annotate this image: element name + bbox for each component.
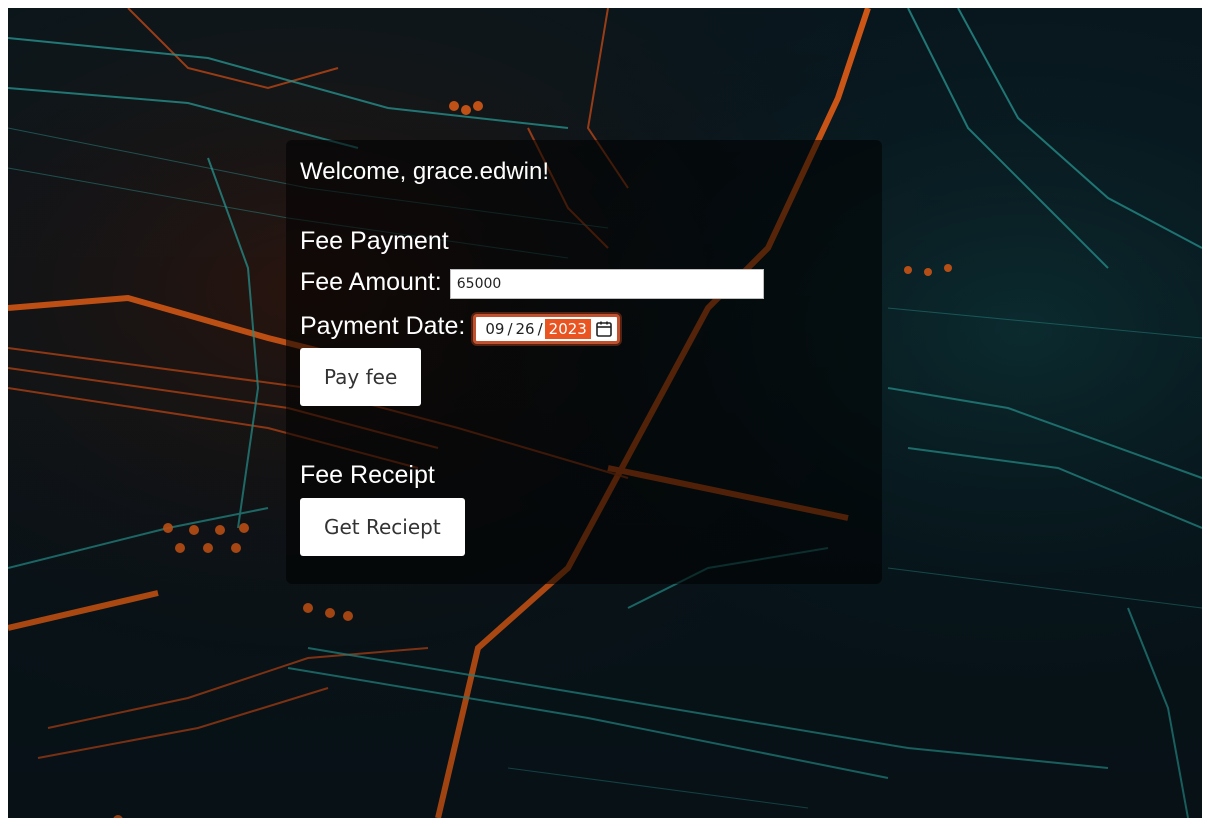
dashboard-panel: Welcome, grace.edwin! Fee Payment Fee Am… [286, 140, 882, 584]
date-separator: / [507, 320, 513, 338]
calendar-icon[interactable] [595, 320, 613, 338]
fee-amount-row: Fee Amount: [300, 264, 868, 300]
fee-receipt-heading: Fee Receipt [300, 461, 435, 489]
get-receipt-button[interactable]: Get Reciept [300, 498, 465, 556]
pay-fee-button[interactable]: Pay fee [300, 348, 422, 406]
welcome-message: Welcome, grace.edwin! [300, 158, 549, 185]
payment-date-label: Payment Date: [300, 311, 466, 340]
payment-date-row: Payment Date: 09 / 26 / 2023 [300, 308, 868, 344]
date-day-segment[interactable]: 26 [515, 320, 536, 338]
date-year-segment[interactable]: 2023 [544, 319, 591, 339]
fee-amount-label: Fee Amount: [300, 267, 442, 296]
date-month-segment[interactable]: 09 [484, 320, 505, 338]
payment-date-input[interactable]: 09 / 26 / 2023 [473, 314, 620, 344]
page: Welcome, grace.edwin! Fee Payment Fee Am… [8, 8, 1202, 818]
fee-amount-input[interactable] [449, 269, 764, 299]
fee-payment-heading: Fee Payment [300, 227, 449, 255]
date-separator: / [537, 320, 543, 338]
